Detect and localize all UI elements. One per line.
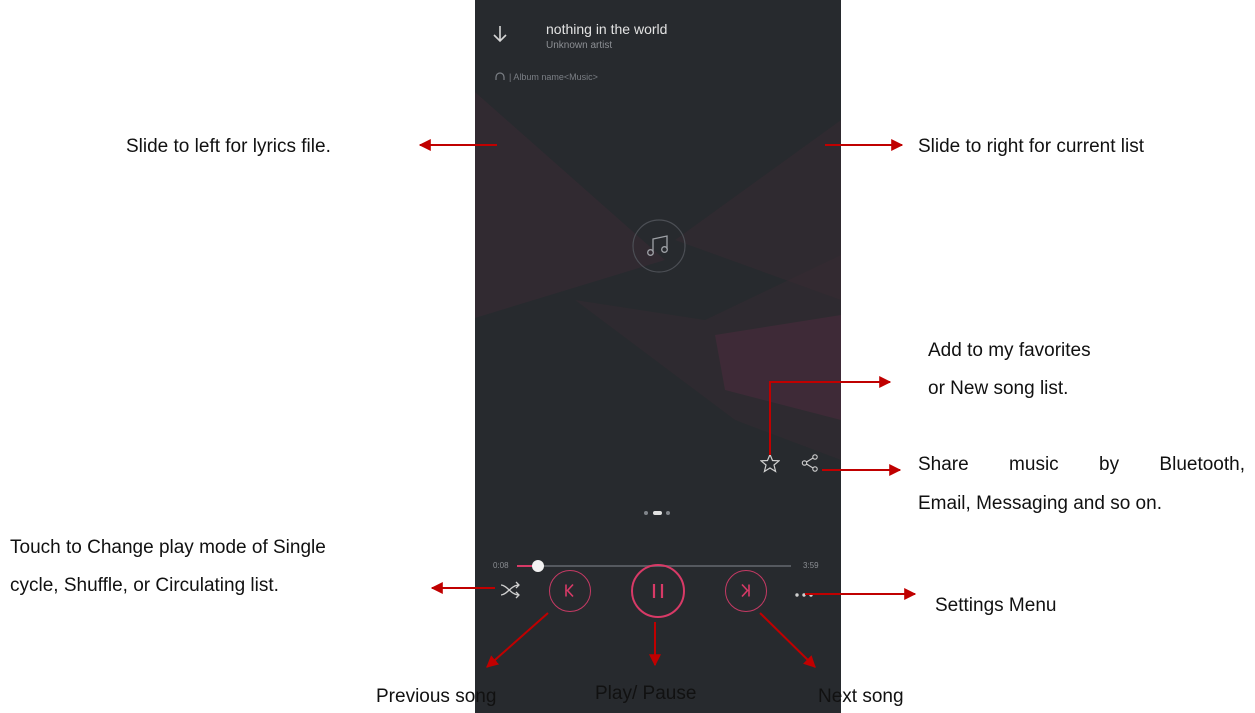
- song-artist: Unknown artist: [546, 40, 613, 51]
- annotation-play-pause: Play/ Pause: [595, 683, 697, 704]
- album-name: Album name<Music>: [513, 72, 598, 82]
- annotation-previous: Previous song: [376, 686, 497, 707]
- album-separator: |: [509, 72, 512, 82]
- song-title: nothing in the world: [546, 21, 668, 37]
- annotation-share-line2: Email, Messaging and so on.: [918, 493, 1162, 514]
- play-pause-button[interactable]: [631, 564, 685, 618]
- total-time: 3:59: [803, 561, 819, 570]
- annotation-lyrics: Slide to left for lyrics file.: [126, 136, 331, 157]
- album-info: | Album name<Music>: [495, 72, 598, 83]
- annotation-favorites-line2: or New song list.: [928, 378, 1069, 399]
- share-icon[interactable]: [800, 453, 820, 478]
- annotation-playmode-line1: Touch to Change play mode of Single: [10, 537, 326, 558]
- star-icon[interactable]: [759, 452, 781, 478]
- current-time: 0:08: [493, 561, 509, 570]
- music-note-icon: [632, 219, 686, 278]
- page-indicator-dot: [644, 511, 648, 515]
- arrow-down-icon[interactable]: [491, 24, 509, 49]
- annotation-playmode-line2: cycle, Shuffle, or Circulating list.: [10, 575, 279, 596]
- skip-next-icon: [741, 583, 750, 598]
- headphones-icon: [495, 72, 505, 83]
- annotation-next: Next song: [818, 686, 904, 707]
- page-indicator-dot: [666, 511, 670, 515]
- annotation-favorites-line1: Add to my favorites: [928, 340, 1091, 361]
- more-dots-icon[interactable]: [794, 586, 816, 604]
- next-button[interactable]: [725, 570, 767, 612]
- annotation-settings: Settings Menu: [935, 595, 1057, 616]
- skip-previous-icon: [565, 583, 574, 598]
- pause-icon: [652, 584, 664, 598]
- previous-button[interactable]: [549, 570, 591, 612]
- music-player-screen: nothing in the world Unknown artist | Al…: [475, 0, 841, 713]
- annotation-share-line1: Share music by Bluetooth,: [918, 454, 1245, 475]
- page-indicator-dot-active: [653, 511, 662, 515]
- annotation-current-list: Slide to right for current list: [918, 136, 1144, 157]
- shuffle-icon[interactable]: [499, 579, 521, 606]
